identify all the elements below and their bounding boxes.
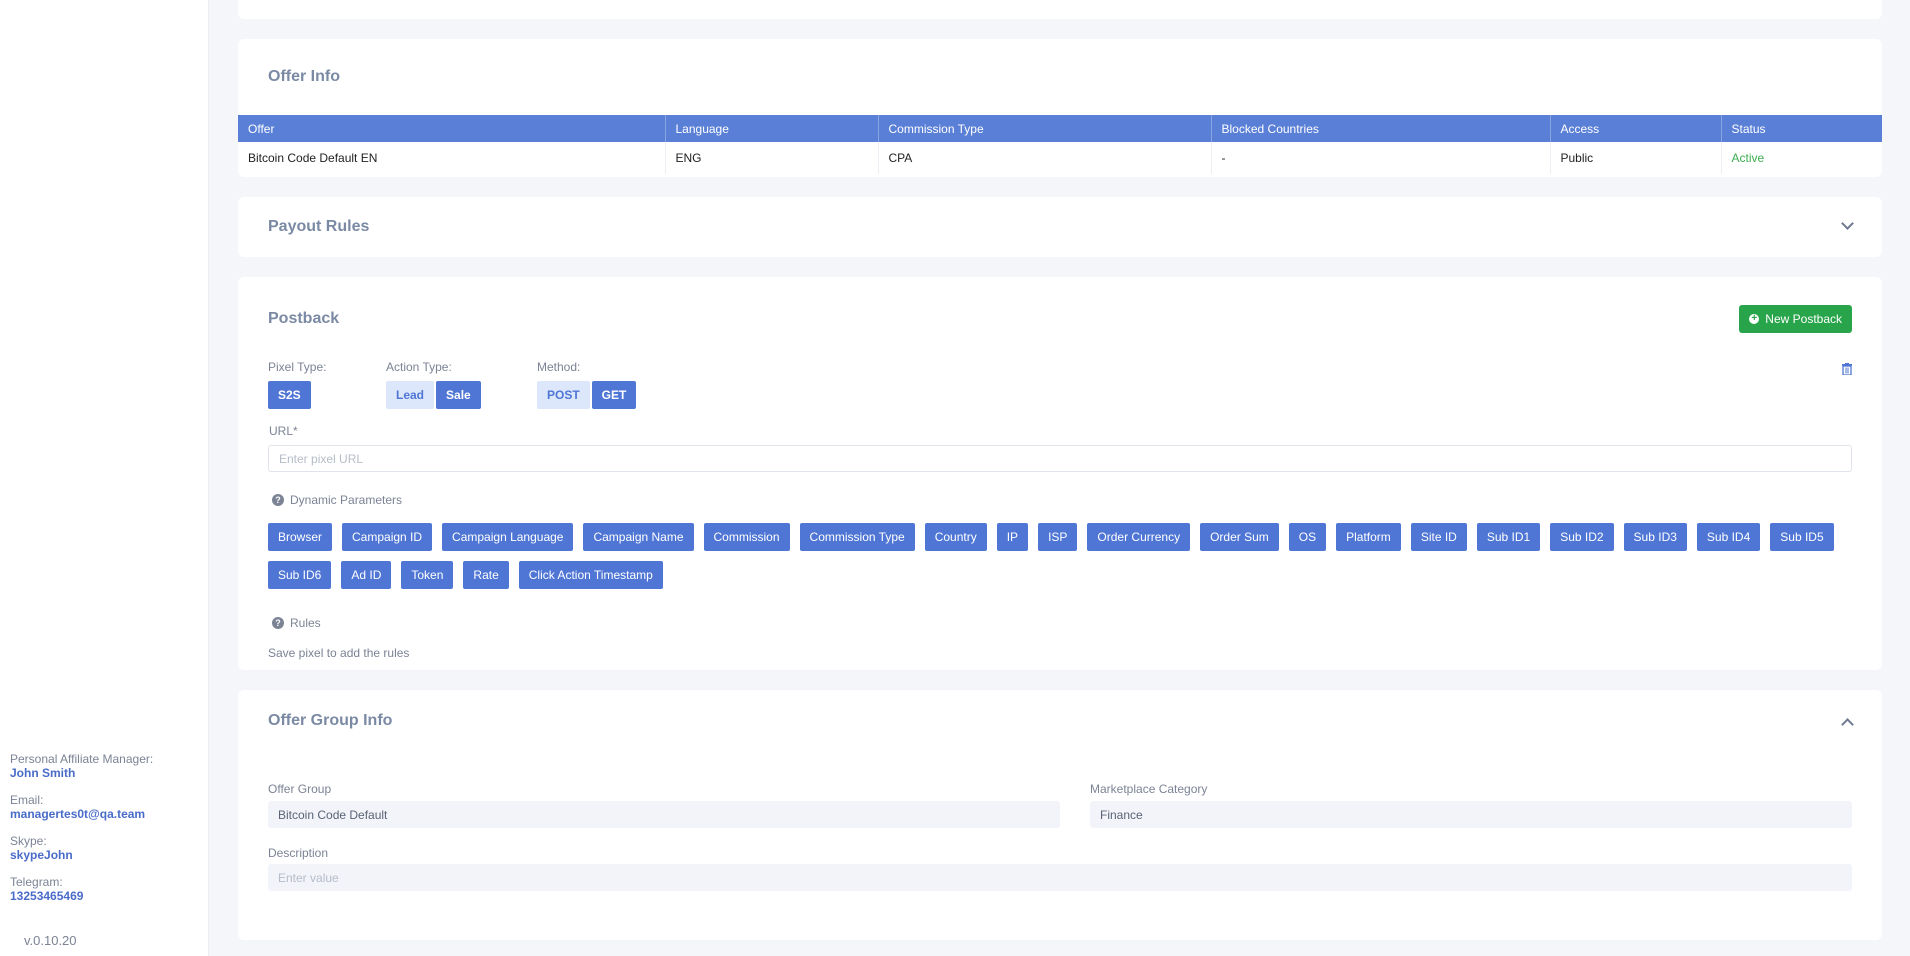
url-label: URL* [269, 424, 298, 438]
param-isp[interactable]: ISP [1038, 523, 1078, 551]
offer-group-info-card: Offer Group Info Offer Group Bitcoin Cod… [238, 690, 1882, 940]
param-ip[interactable]: IP [996, 523, 1029, 551]
pixel-type-label: Pixel Type: [268, 360, 327, 374]
payout-rules-card[interactable]: Payout Rules [238, 197, 1882, 257]
skype-label: Skype: [10, 834, 47, 848]
rules-label: Rules [290, 616, 321, 630]
pixel-type-toggle: S2S [268, 381, 311, 409]
action-type-toggle: Lead Sale [386, 381, 481, 409]
previous-card [238, 0, 1882, 19]
param-commission-type[interactable]: Commission Type [799, 523, 915, 551]
description-label: Description [268, 846, 329, 860]
language-cell: ENG [665, 142, 879, 174]
param-click-action-timestamp[interactable]: Click Action Timestamp [518, 561, 663, 589]
table-row: Bitcoin Code Default EN ENG CPA - Public… [238, 142, 1882, 174]
rules-heading: ? Rules [272, 616, 321, 630]
action-type-sale[interactable]: Sale [436, 381, 481, 409]
param-order-currency[interactable]: Order Currency [1087, 523, 1191, 551]
telegram-label: Telegram: [10, 875, 63, 889]
param-sub-id5[interactable]: Sub ID5 [1770, 523, 1834, 551]
chevron-up-icon[interactable] [1841, 718, 1854, 731]
param-browser[interactable]: Browser [268, 523, 333, 551]
param-platform[interactable]: Platform [1336, 523, 1401, 551]
param-sub-id1[interactable]: Sub ID1 [1476, 523, 1541, 551]
postback-card: Postback + New Postback Pixel Type: S2S … [238, 277, 1882, 670]
rules-note: Save pixel to add the rules [268, 646, 410, 660]
param-country[interactable]: Country [924, 523, 987, 551]
action-type-label: Action Type: [386, 360, 452, 374]
param-order-sum[interactable]: Order Sum [1200, 523, 1279, 551]
param-token[interactable]: Token [401, 561, 454, 589]
param-rate[interactable]: Rate [463, 561, 509, 589]
column-header: Commission Type [878, 115, 1212, 142]
param-sub-id3[interactable]: Sub ID3 [1623, 523, 1687, 551]
offer-group-info-title: Offer Group Info [268, 712, 393, 729]
dynamic-parameters-list: Browser Campaign ID Campaign Language Ca… [268, 523, 1858, 589]
param-site-id[interactable]: Site ID [1410, 523, 1467, 551]
method-toggle: POST GET [537, 381, 637, 409]
manager-email: Email: managertes0t@qa.team [10, 793, 153, 821]
pixel-type-s2s[interactable]: S2S [268, 381, 311, 409]
param-campaign-language[interactable]: Campaign Language [442, 523, 574, 551]
manager-skype: Skype: skypeJohn [10, 834, 153, 862]
method-get[interactable]: GET [591, 381, 637, 409]
offer-group-field: Bitcoin Code Default [268, 801, 1060, 828]
manager-name: Personal Affiliate Manager: John Smith [10, 752, 153, 780]
offer-cell: Bitcoin Code Default EN [238, 142, 666, 174]
new-postback-button[interactable]: + New Postback [1739, 305, 1852, 333]
commission-type-cell: CPA [878, 142, 1212, 174]
manager-label: Personal Affiliate Manager: [10, 752, 154, 766]
column-header: Language [665, 115, 879, 142]
manager-value: John Smith [10, 766, 76, 780]
method-label: Method: [537, 360, 581, 374]
column-header: Access [1550, 115, 1722, 142]
param-campaign-id[interactable]: Campaign ID [342, 523, 433, 551]
dynamic-parameters-heading: ? Dynamic Parameters [272, 493, 402, 507]
email-value[interactable]: managertes0t@qa.team [10, 807, 153, 821]
plus-circle-icon: + [1749, 314, 1760, 324]
offer-info-table: Offer Language Commission Type Blocked C… [238, 115, 1882, 174]
table-header-row: Offer Language Commission Type Blocked C… [238, 115, 1882, 142]
offer-group-label: Offer Group [268, 782, 332, 796]
method-post[interactable]: POST [537, 381, 590, 409]
description-field[interactable]: Enter value [268, 864, 1852, 891]
skype-value[interactable]: skypeJohn [10, 848, 153, 862]
question-icon[interactable]: ? [272, 617, 284, 629]
marketplace-category-field: Finance [1090, 801, 1852, 828]
param-sub-id2[interactable]: Sub ID2 [1550, 523, 1614, 551]
marketplace-category-label: Marketplace Category [1090, 782, 1208, 796]
param-os[interactable]: OS [1288, 523, 1327, 551]
manager-telegram: Telegram: 13253465469 [10, 875, 153, 903]
param-sub-id4[interactable]: Sub ID4 [1696, 523, 1761, 551]
app-version: v.0.10.20 [24, 933, 77, 948]
pixel-url-input[interactable] [268, 445, 1852, 472]
telegram-value[interactable]: 13253465469 [10, 889, 153, 903]
action-type-lead[interactable]: Lead [386, 381, 435, 409]
blocked-countries-cell: - [1211, 142, 1551, 174]
offer-info-card: Offer Info Offer Language Commission Typ… [238, 39, 1882, 177]
chevron-down-icon[interactable] [1841, 217, 1854, 230]
param-ad-id[interactable]: Ad ID [341, 561, 392, 589]
payout-rules-title: Payout Rules [268, 218, 370, 235]
status-cell: Active [1731, 151, 1765, 165]
sidebar: Personal Affiliate Manager: John Smith E… [0, 0, 209, 956]
email-label: Email: [10, 793, 44, 807]
access-cell: Public [1550, 142, 1722, 174]
column-header: Blocked Countries [1211, 115, 1551, 142]
param-sub-id6[interactable]: Sub ID6 [268, 561, 332, 589]
trash-icon[interactable] [1842, 363, 1852, 375]
postback-title: Postback [268, 310, 340, 327]
affiliate-manager-info: Personal Affiliate Manager: John Smith E… [10, 752, 153, 916]
new-postback-label: New Postback [1765, 312, 1842, 326]
offer-info-title: Offer Info [268, 68, 340, 85]
column-header: Status [1721, 115, 1882, 142]
column-header: Offer [238, 115, 666, 142]
param-commission[interactable]: Commission [703, 523, 790, 551]
param-campaign-name[interactable]: Campaign Name [583, 523, 694, 551]
dynamic-parameters-label: Dynamic Parameters [290, 493, 403, 507]
question-icon[interactable]: ? [272, 494, 284, 506]
